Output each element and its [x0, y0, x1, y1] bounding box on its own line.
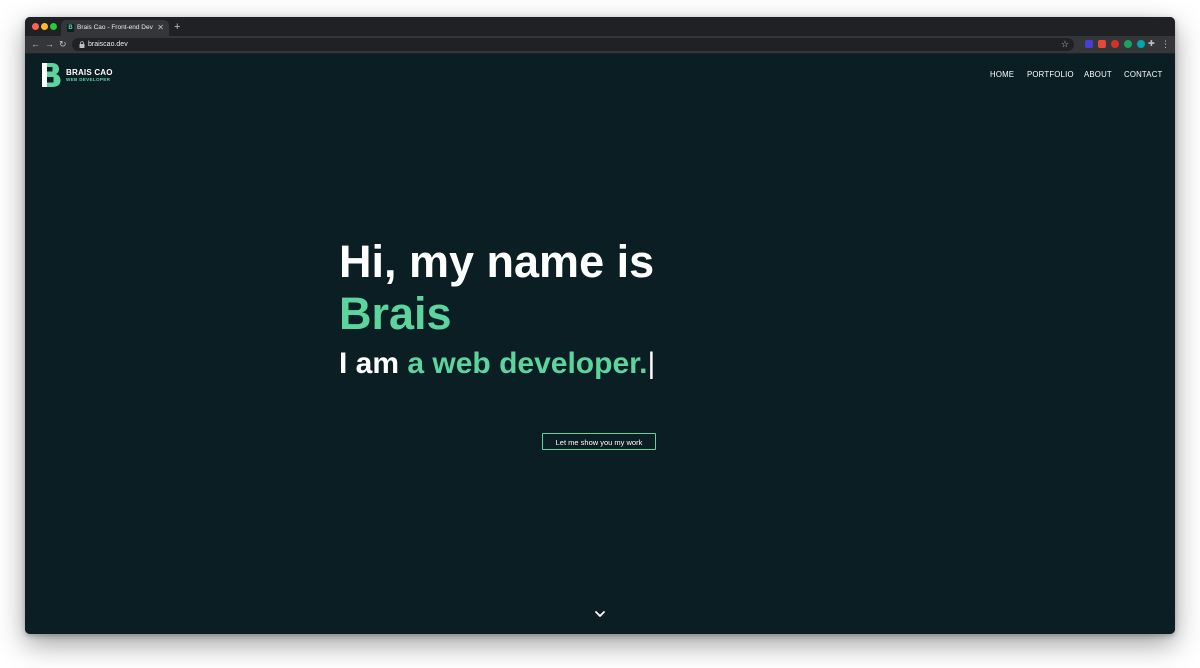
logo-name: BRAIS CAO: [66, 68, 113, 77]
logo-b-icon: B: [67, 24, 74, 32]
arrow-left-icon[interactable]: ←: [31, 38, 40, 50]
extension-icon-3[interactable]: [1111, 40, 1119, 48]
nav-link-contact[interactable]: CONTACT: [1124, 70, 1163, 80]
typing-cursor: |: [647, 347, 656, 380]
extension-icon-2[interactable]: [1098, 40, 1106, 48]
extension-icon-5[interactable]: [1137, 40, 1145, 48]
extension-icon-1[interactable]: [1085, 40, 1093, 48]
browser-window: B Brais Cao - Front-end Dev ✕ + ← → ↻ br…: [25, 17, 1175, 634]
nav-link-home[interactable]: HOME: [990, 70, 1014, 80]
nav-link-about[interactable]: ABOUT: [1084, 70, 1112, 80]
logo-b-icon[interactable]: [40, 62, 62, 88]
chevron-down-icon[interactable]: [593, 609, 607, 619]
url-text: braiscao.dev: [88, 41, 128, 48]
hero-tagline: I am a web developer.|: [339, 346, 655, 382]
extension-icon-4[interactable]: [1124, 40, 1132, 48]
star-icon[interactable]: ☆: [1061, 38, 1069, 50]
show-work-button[interactable]: Let me show you my work: [542, 433, 656, 450]
arrow-right-icon[interactable]: →: [45, 38, 54, 50]
address-bar[interactable]: braiscao.dev ☆: [72, 38, 1074, 51]
logo-role: WEB DEVELOPER: [66, 77, 111, 82]
window-minimize-button[interactable]: [41, 23, 48, 30]
close-icon[interactable]: ✕: [157, 23, 164, 33]
window-zoom-button[interactable]: [50, 23, 57, 30]
nav-link-portfolio[interactable]: PORTFOLIO: [1027, 70, 1074, 80]
tab-title: Brais Cao - Front-end Dev: [77, 24, 153, 31]
plus-icon[interactable]: +: [174, 21, 180, 33]
browser-toolbar: ← → ↻ braiscao.dev ☆ ✚ ⋮: [25, 36, 1175, 54]
window-close-button[interactable]: [32, 23, 39, 30]
browser-tab[interactable]: B Brais Cao - Front-end Dev ✕: [61, 20, 169, 36]
web-page: BRAIS CAO WEB DEVELOPER HOME PORTFOLIO A…: [25, 54, 1175, 634]
lock-icon: [79, 41, 85, 48]
tab-strip: B Brais Cao - Front-end Dev ✕ +: [25, 17, 1175, 36]
hero-tagline-prefix: I am: [339, 347, 408, 380]
puzzle-icon[interactable]: ✚: [1148, 40, 1156, 48]
hero-tagline-role: a web developer.: [407, 347, 648, 380]
hero-greeting: Hi, my name is: [339, 236, 655, 287]
hero-name: Brais: [339, 288, 452, 339]
reload-icon[interactable]: ↻: [59, 38, 67, 50]
more-vertical-icon[interactable]: ⋮: [1161, 38, 1170, 50]
